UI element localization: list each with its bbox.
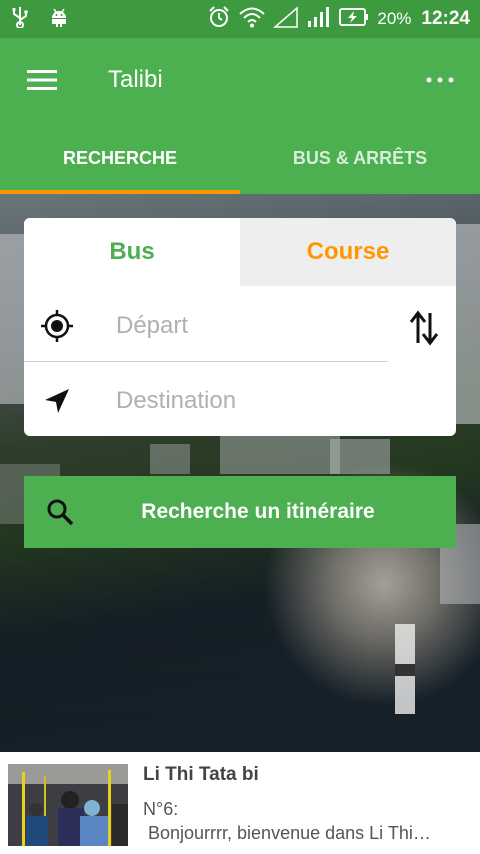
search-icon: [24, 498, 96, 526]
hamburger-icon[interactable]: [0, 38, 84, 122]
alarm-icon: [207, 5, 231, 34]
navigation-arrow-icon: [24, 387, 90, 415]
news-title: Li Thi Tata bi: [143, 764, 259, 785]
news-body-line2: Bonjourrrr, bienvenue dans Li Thi…: [143, 823, 431, 843]
my-location-icon[interactable]: [24, 309, 90, 343]
more-horizontal-icon[interactable]: [400, 38, 480, 122]
news-thumbnail: [8, 764, 128, 846]
mode-tab-course[interactable]: Course: [240, 218, 456, 286]
android-icon: [48, 6, 70, 33]
field-divider: [24, 361, 388, 362]
wifi-icon: [239, 6, 266, 33]
mode-tabs: Bus Course: [24, 218, 456, 286]
status-bar: 20% 12:24: [0, 0, 480, 38]
depart-field[interactable]: Départ: [24, 288, 388, 363]
tab-bus-arrets[interactable]: BUS & ARRÊTS: [240, 122, 480, 194]
signal-empty-icon: [273, 5, 299, 33]
clock: 12:24: [421, 8, 470, 29]
app-title: Talibi: [108, 66, 163, 93]
battery-percent: 20%: [377, 9, 412, 28]
tab-recherche[interactable]: RECHERCHE: [0, 122, 240, 194]
search-itinerary-button[interactable]: Recherche un itinéraire: [24, 476, 456, 548]
news-body-line1: N°6:: [143, 799, 179, 819]
depart-input[interactable]: Départ: [116, 312, 188, 340]
search-button-label: Recherche un itinéraire: [141, 500, 375, 523]
mode-tab-bus[interactable]: Bus: [24, 218, 240, 286]
news-text: Li Thi Tata bi N°6: Bonjourrrr, bienvenu…: [143, 764, 473, 845]
usb-icon: [10, 6, 30, 33]
swap-vertical-icon[interactable]: [404, 306, 444, 350]
app-bar: Talibi: [0, 38, 480, 122]
news-item[interactable]: Li Thi Tata bi N°6: Bonjourrrr, bienvenu…: [0, 752, 480, 854]
main-tabs: RECHERCHE BUS & ARRÊTS: [0, 122, 480, 194]
signal-bars-icon: [307, 6, 331, 33]
destination-field[interactable]: Destination: [24, 363, 388, 438]
destination-input[interactable]: Destination: [116, 387, 236, 415]
battery-charging-icon: [339, 7, 369, 32]
